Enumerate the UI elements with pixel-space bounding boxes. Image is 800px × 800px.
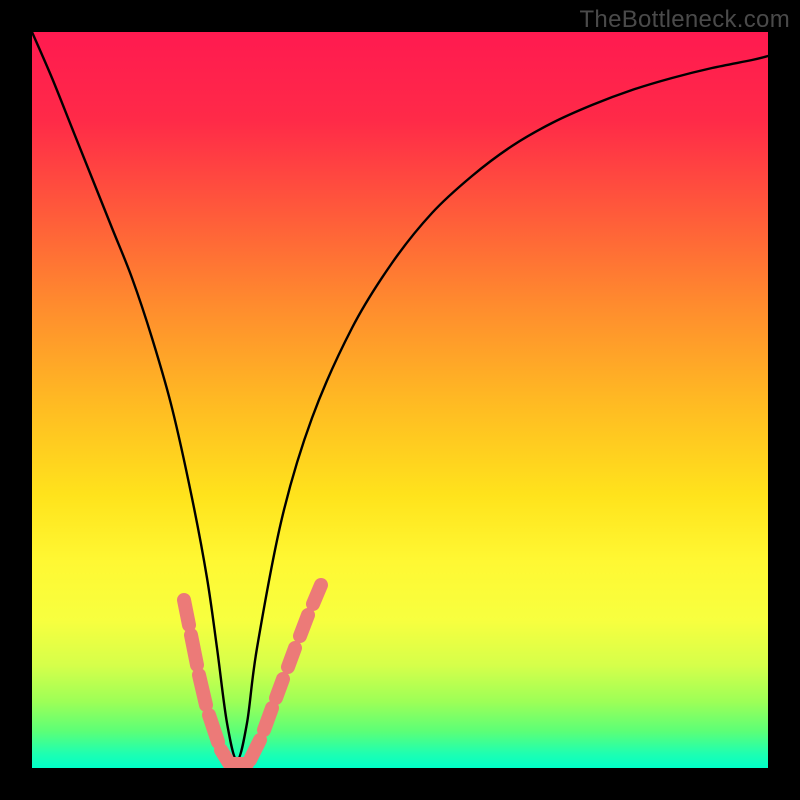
dash-left-4	[209, 715, 218, 742]
watermark-text: TheBottleneck.com	[579, 6, 790, 34]
chart-svg	[32, 32, 768, 768]
dash-right-5	[300, 615, 308, 636]
dash-right-4	[288, 648, 295, 667]
dash-right-2	[264, 708, 272, 730]
dash-left-1	[184, 600, 189, 625]
bottleneck-curve	[32, 32, 768, 760]
dash-left-2	[191, 635, 197, 665]
chart-frame	[32, 32, 768, 768]
dash-right-1	[250, 740, 260, 760]
dash-right-3	[276, 679, 283, 698]
dash-left-3	[199, 675, 206, 705]
dash-right-6	[313, 585, 321, 604]
